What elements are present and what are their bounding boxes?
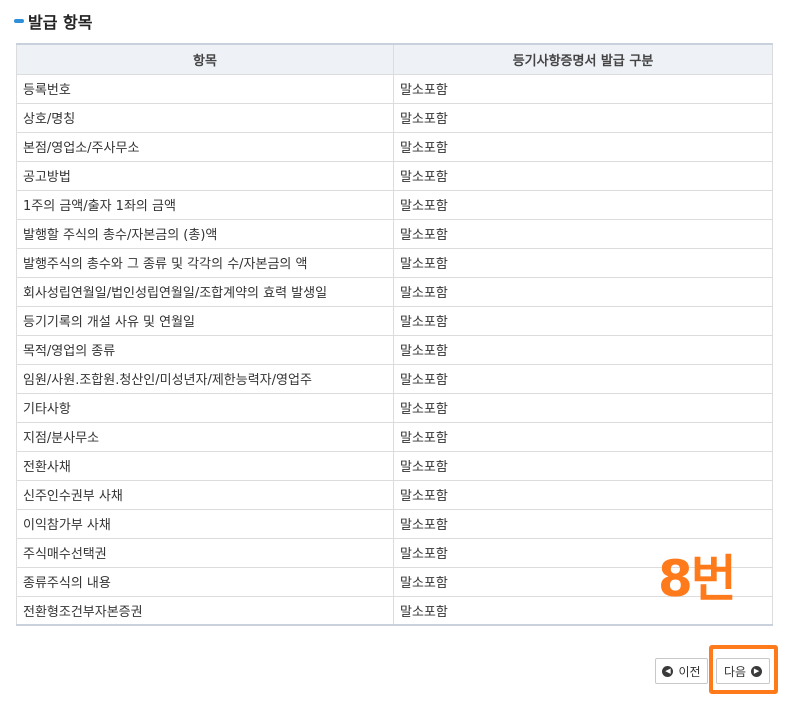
item-name-cell: 공고방법 — [16, 160, 394, 191]
issue-type-cell: 말소포함 — [393, 479, 773, 510]
table-row: 임원/사원.조합원.청산인/미성년자/제한능력자/영업주 말소포함 — [16, 363, 773, 394]
item-name-cell: 지점/분사무소 — [16, 421, 394, 452]
item-name-cell: 상호/명칭 — [16, 102, 394, 133]
table-row: 등기기록의 개설 사유 및 연월일 말소포함 — [16, 305, 773, 336]
item-name-cell: 회사성립연월일/법인성립연월일/조합계약의 효력 발생일 — [16, 276, 394, 307]
circle-arrow-right-icon: ▶ — [751, 665, 763, 677]
issue-type-cell: 말소포함 — [393, 392, 773, 423]
table-row: 이익참가부 사채 말소포함 — [16, 508, 773, 539]
issue-type-cell: 말소포함 — [393, 160, 773, 191]
item-name-cell: 신주인수권부 사채 — [16, 479, 394, 510]
column-header-issue-type: 등기사항증명서 발급 구분 — [393, 43, 773, 75]
issue-items-table: 항목 등기사항증명서 발급 구분 등록번호 말소포함 상호/명칭 말소포함 본점/영업소… — [16, 43, 773, 626]
issue-type-cell: 말소포함 — [393, 305, 773, 336]
issue-type-cell: 말소포함 — [393, 363, 773, 394]
item-name-cell: 본점/영업소/주사무소 — [16, 131, 394, 162]
section-title: 발급 항목 — [14, 9, 92, 33]
table-row: 기타사항 말소포함 — [16, 392, 773, 423]
issue-type-cell: 말소포함 — [393, 189, 773, 220]
issue-type-cell: 말소포함 — [393, 421, 773, 452]
item-name-cell: 발행할 주식의 총수/자본금의 (총)액 — [16, 218, 394, 249]
issue-type-cell: 말소포함 — [393, 508, 773, 539]
item-name-cell: 임원/사원.조합원.청산인/미성년자/제한능력자/영업주 — [16, 363, 394, 394]
title-bullet-icon — [14, 19, 24, 23]
item-name-cell: 등록번호 — [16, 73, 394, 104]
item-name-cell: 1주의 금액/출자 1좌의 금액 — [16, 189, 394, 220]
item-name-cell: 등기기록의 개설 사유 및 연월일 — [16, 305, 394, 336]
item-name-cell: 전환형조건부자본증권 — [16, 595, 394, 626]
issue-type-cell: 말소포함 — [393, 73, 773, 104]
issue-type-cell: 말소포함 — [393, 218, 773, 249]
issue-type-cell: 말소포함 — [393, 131, 773, 162]
table-row: 상호/명칭 말소포함 — [16, 102, 773, 133]
item-name-cell: 발행주식의 총수와 그 종류 및 각각의 수/자본금의 액 — [16, 247, 394, 278]
table-row: 목적/영업의 종류 말소포함 — [16, 334, 773, 365]
item-name-cell: 종류주식의 내용 — [16, 566, 394, 597]
item-name-cell: 전환사채 — [16, 450, 394, 481]
next-button[interactable]: 다음 ▶ — [716, 658, 770, 684]
item-name-cell: 기타사항 — [16, 392, 394, 423]
issue-type-cell: 말소포함 — [393, 334, 773, 365]
issue-type-cell: 말소포함 — [393, 276, 773, 307]
issue-type-cell: 말소포함 — [393, 247, 773, 278]
circle-arrow-left-icon: ◀ — [662, 665, 674, 677]
table-row: 본점/영업소/주사무소 말소포함 — [16, 131, 773, 162]
item-name-cell: 목적/영업의 종류 — [16, 334, 394, 365]
prev-button[interactable]: ◀ 이전 — [655, 658, 708, 684]
table-row: 발행주식의 총수와 그 종류 및 각각의 수/자본금의 액 말소포함 — [16, 247, 773, 278]
step-annotation: 8번 — [658, 550, 737, 608]
table-header-row: 항목 등기사항증명서 발급 구분 — [16, 43, 773, 75]
table-row: 1주의 금액/출자 1좌의 금액 말소포함 — [16, 189, 773, 220]
next-button-label: 다음 — [723, 664, 747, 679]
prev-button-label: 이전 — [678, 664, 701, 679]
table-row: 등록번호 말소포함 — [16, 73, 773, 104]
table-row: 회사성립연월일/법인성립연월일/조합계약의 효력 발생일 말소포함 — [16, 276, 773, 307]
item-name-cell: 이익참가부 사채 — [16, 508, 394, 539]
table-row: 지점/분사무소 말소포함 — [16, 421, 773, 452]
item-name-cell: 주식매수선택권 — [16, 537, 394, 568]
column-header-item: 항목 — [16, 43, 394, 75]
issue-type-cell: 말소포함 — [393, 102, 773, 133]
table-row: 신주인수권부 사채 말소포함 — [16, 479, 773, 510]
table-row: 공고방법 말소포함 — [16, 160, 773, 191]
table-row: 발행할 주식의 총수/자본금의 (총)액 말소포함 — [16, 218, 773, 249]
table-row: 전환사채 말소포함 — [16, 450, 773, 481]
section-title-text: 발급 항목 — [28, 13, 93, 32]
issue-type-cell: 말소포함 — [393, 450, 773, 481]
